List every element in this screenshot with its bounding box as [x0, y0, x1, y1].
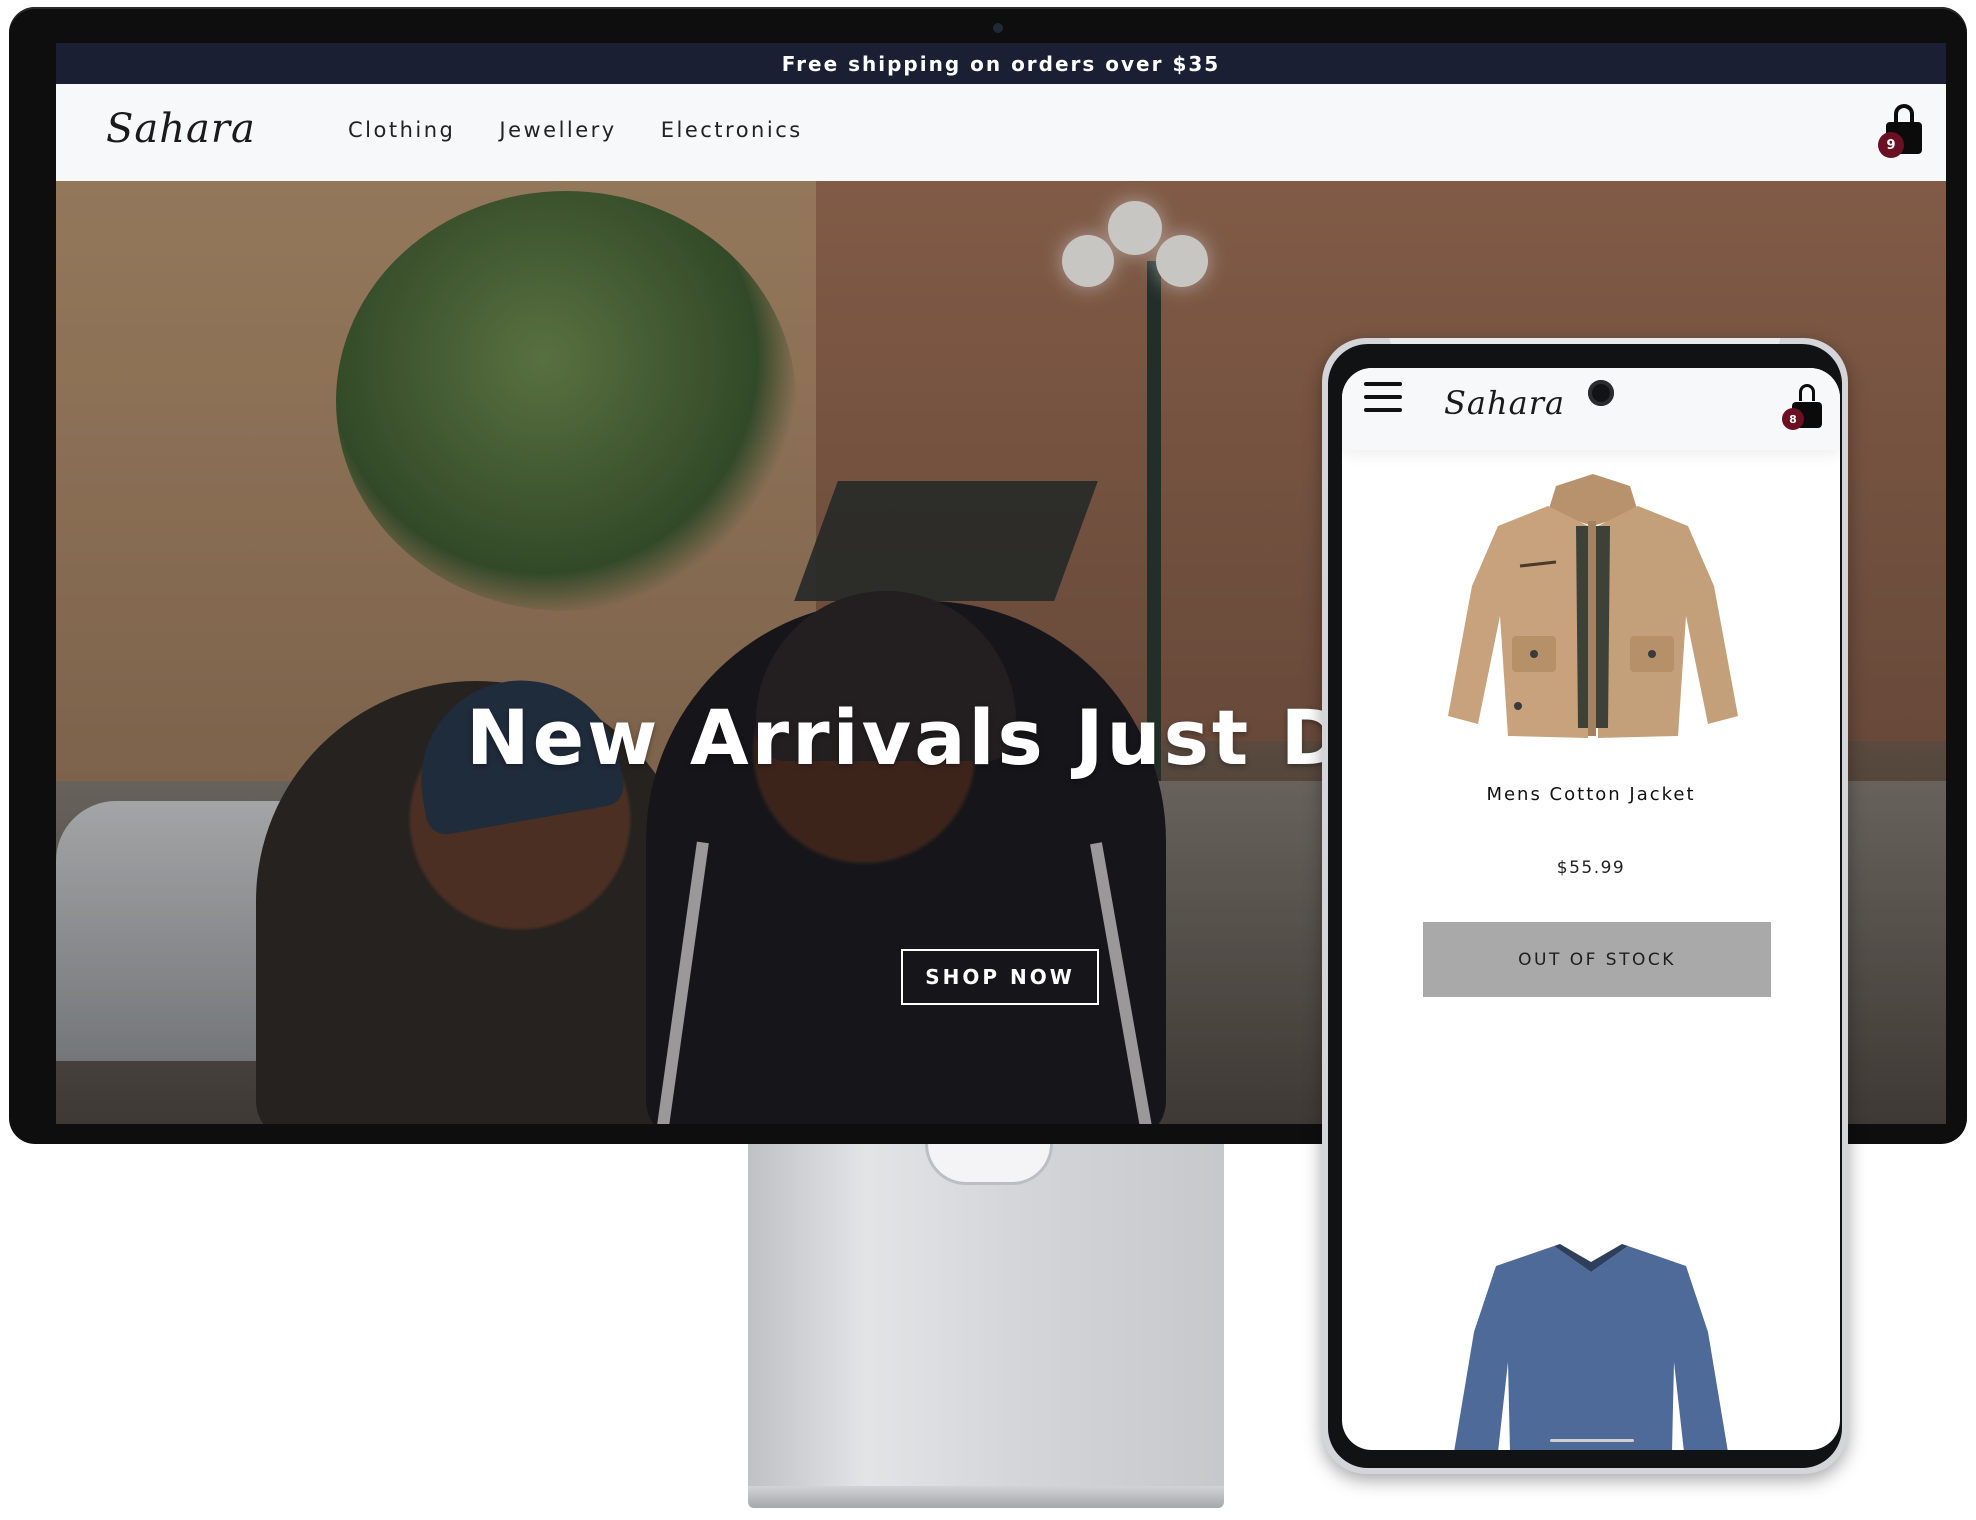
product-card: Mens Cotton Jacket $55.99 OUT OF STOCK [1342, 450, 1840, 1010]
product-card [1342, 1238, 1840, 1450]
nav-link-electronics[interactable]: Electronics [661, 118, 803, 142]
promo-banner-text: Free shipping on orders over $35 [781, 51, 1221, 76]
cart-count-badge: 9 [1878, 132, 1904, 158]
hero-title: New Arrivals Just Dro [466, 693, 1443, 782]
hamburger-menu-icon[interactable] [1364, 382, 1402, 414]
monitor-stand-base [748, 1486, 1224, 1508]
nav-link-clothing[interactable]: Clothing [348, 118, 455, 142]
top-navigation: Sahara Clothing Jewellery Electronics 9 [56, 84, 1946, 181]
front-camera [1588, 380, 1614, 406]
out-of-stock-button[interactable]: OUT OF STOCK [1423, 922, 1771, 997]
mobile-phone: Sahara 8 Mens Cotton Jacket $55.99 OUT O… [1322, 338, 1848, 1474]
mobile-site-logo[interactable]: Sahara [1444, 384, 1565, 422]
mobile-cart-count-badge: 8 [1782, 408, 1804, 430]
home-indicator [1550, 1439, 1634, 1442]
cart-button[interactable]: 9 [1878, 104, 1922, 158]
product-image-shirt[interactable] [1446, 1242, 1736, 1450]
mobile-cart-button[interactable]: 8 [1782, 384, 1822, 430]
site-logo[interactable]: Sahara [106, 106, 256, 152]
mobile-screen: Sahara 8 Mens Cotton Jacket $55.99 OUT O… [1342, 368, 1840, 1450]
nav-link-jewellery[interactable]: Jewellery [499, 118, 616, 142]
webcam [993, 23, 1003, 33]
promo-banner: Free shipping on orders over $35 [56, 43, 1946, 84]
shop-now-button[interactable]: SHOP NOW [901, 949, 1099, 1005]
shopping-bag-icon [1799, 384, 1815, 401]
mobile-header: Sahara 8 [1342, 368, 1840, 450]
monitor-stand [748, 1144, 1224, 1500]
product-name[interactable]: Mens Cotton Jacket [1342, 784, 1840, 805]
product-image-jacket[interactable] [1438, 466, 1748, 746]
product-price: $55.99 [1556, 858, 1626, 878]
nav-links: Clothing Jewellery Electronics [348, 118, 803, 142]
